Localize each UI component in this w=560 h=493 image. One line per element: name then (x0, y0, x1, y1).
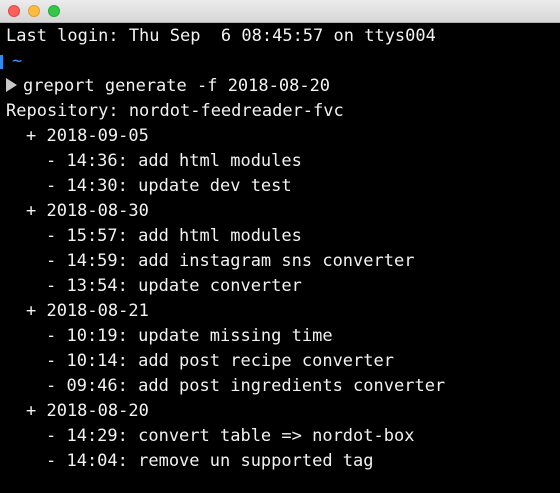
commit-line: - 10:14: add post recipe converter (46, 351, 394, 371)
zoom-button[interactable] (48, 5, 60, 17)
prompt-arrow-icon (6, 78, 17, 92)
command-text: greport generate -f 2018-08-20 (23, 76, 331, 96)
commit-line: - 14:36: add html modules (46, 151, 302, 171)
date-group-header: + 2018-09-05 (26, 126, 149, 146)
commit-line: - 15:57: add html modules (46, 226, 302, 246)
date-group-header: + 2018-08-30 (26, 201, 149, 221)
prompt-marker (0, 55, 3, 69)
terminal-output[interactable]: Last login: Thu Sep 6 08:45:57 on ttys00… (0, 24, 560, 493)
repository-line: Repository: nordot-feedreader-fvc (6, 101, 344, 121)
last-login-line: Last login: Thu Sep 6 08:45:57 on ttys00… (6, 26, 436, 46)
close-button[interactable] (8, 5, 20, 17)
terminal-window: Last login: Thu Sep 6 08:45:57 on ttys00… (0, 0, 560, 493)
command-line: greport generate -f 2018-08-20 (6, 74, 330, 99)
commit-line: - 13:54: update converter (46, 276, 302, 296)
commit-line: - 10:19: update missing time (46, 326, 333, 346)
commit-line: - 14:59: add instagram sns converter (46, 251, 415, 271)
commit-line: - 14:29: convert table => nordot-box (46, 426, 415, 446)
commit-line: - 14:04: remove un supported tag (46, 451, 374, 471)
commit-line: - 14:30: update dev test (46, 176, 292, 196)
minimize-button[interactable] (28, 5, 40, 17)
date-group-header: + 2018-08-21 (26, 301, 149, 321)
date-group-header: + 2018-08-20 (26, 401, 149, 421)
commit-line: - 09:46: add post ingredients converter (46, 376, 446, 396)
prompt-directory: ~ (12, 51, 23, 71)
title-bar[interactable] (0, 0, 560, 23)
